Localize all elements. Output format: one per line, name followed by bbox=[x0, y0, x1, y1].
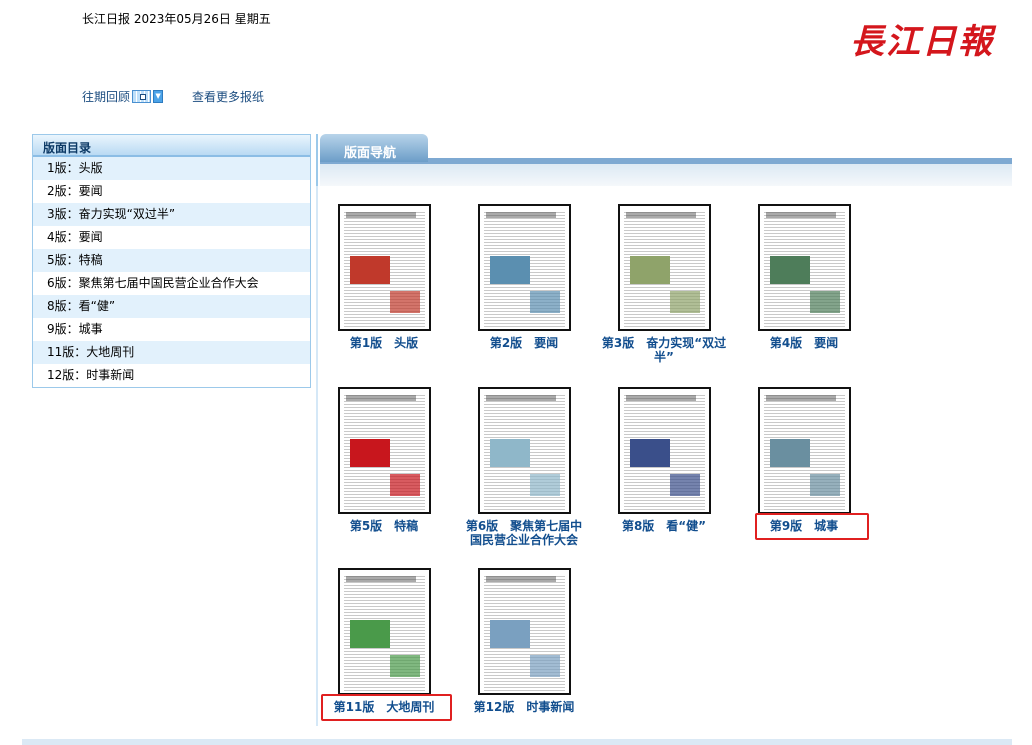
page-thumbnail[interactable] bbox=[337, 387, 431, 514]
archive-label[interactable]: 往期回顾 bbox=[82, 88, 130, 105]
newspaper-logo: 長江日報 bbox=[850, 22, 994, 62]
page-thumbnail[interactable] bbox=[477, 387, 571, 514]
toc-item[interactable]: 8版：看“健” bbox=[33, 295, 310, 318]
page-thumbnail-item[interactable]: 第9版 城事 bbox=[734, 387, 874, 533]
page-label[interactable]: 第6版 聚焦第七届中国民营企业合作大会 bbox=[454, 519, 594, 547]
toc-item[interactable]: 3版：奋力实现“双过半” bbox=[33, 203, 310, 226]
footer-bar bbox=[22, 739, 1012, 745]
page-label[interactable]: 第3版 奋力实现“双过半” bbox=[594, 336, 734, 364]
more-newspapers-link[interactable]: 查看更多报纸 bbox=[192, 88, 264, 105]
directory-title: 版面目录 bbox=[33, 135, 310, 157]
page-thumbnail-item[interactable]: 第2版 要闻 bbox=[454, 204, 594, 350]
page-thumbnail-item[interactable]: 第6版 聚焦第七届中国民营企业合作大会 bbox=[454, 387, 594, 547]
page-label[interactable]: 第4版 要闻 bbox=[734, 336, 874, 350]
page-thumbnail-item[interactable]: 第4版 要闻 bbox=[734, 204, 874, 350]
toc-item[interactable]: 11版：大地周刊 bbox=[33, 341, 310, 364]
page-thumbnail[interactable] bbox=[337, 204, 431, 331]
page-navigation-header: 版面导航 bbox=[316, 134, 1012, 186]
tab-page-navigation[interactable]: 版面导航 bbox=[320, 134, 428, 162]
toc-item[interactable]: 6版：聚焦第七届中国民营企业合作大会 bbox=[33, 272, 310, 295]
page-thumbnail[interactable] bbox=[617, 204, 711, 331]
chevron-down-icon[interactable]: ▼ bbox=[153, 90, 164, 103]
page-thumbnail[interactable] bbox=[477, 204, 571, 331]
highlight-box bbox=[321, 694, 452, 721]
toc-item[interactable]: 12版：时事新闻 bbox=[33, 364, 310, 387]
highlight-box bbox=[755, 513, 869, 540]
toc-item[interactable]: 1版：头版 bbox=[33, 157, 310, 180]
page-thumbnail[interactable] bbox=[617, 387, 711, 514]
page-label[interactable]: 第2版 要闻 bbox=[454, 336, 594, 350]
page-thumbnail-item[interactable]: 第3版 奋力实现“双过半” bbox=[594, 204, 734, 364]
page-thumbnail-item[interactable]: 第1版 头版 bbox=[314, 204, 454, 350]
toc-item[interactable]: 4版：要闻 bbox=[33, 226, 310, 249]
page-thumbnail-item[interactable]: 第5版 特稿 bbox=[314, 387, 454, 533]
page-label[interactable]: 第1版 头版 bbox=[314, 336, 454, 350]
dateline: 长江日报 2023年05月26日 星期五 bbox=[82, 12, 271, 26]
page-thumbnail[interactable] bbox=[757, 204, 851, 331]
page-label[interactable]: 第8版 看“健” bbox=[594, 519, 734, 533]
page-thumbnail[interactable] bbox=[477, 568, 571, 695]
calendar-icon[interactable] bbox=[132, 90, 152, 103]
archive-link[interactable]: 往期回顾 ▼ bbox=[82, 88, 164, 105]
page-label[interactable]: 第5版 特稿 bbox=[314, 519, 454, 533]
page-thumbnail[interactable] bbox=[757, 387, 851, 514]
page-thumbnail-item[interactable]: 第8版 看“健” bbox=[594, 387, 734, 533]
page-directory: 版面目录 1版：头版 2版：要闻 3版：奋力实现“双过半” 4版：要闻 5版：特稿 6版：… bbox=[32, 134, 311, 388]
toc-item[interactable]: 5版：特稿 bbox=[33, 249, 310, 272]
page-thumbnail[interactable] bbox=[337, 568, 431, 695]
page-thumbnail-item[interactable]: 第12版 时事新闻 bbox=[454, 568, 594, 714]
toc-item[interactable]: 9版：城事 bbox=[33, 318, 310, 341]
page-thumbnail-item[interactable]: 第11版 大地周刊 bbox=[314, 568, 454, 714]
toc-item[interactable]: 2版：要闻 bbox=[33, 180, 310, 203]
page-label[interactable]: 第12版 时事新闻 bbox=[454, 700, 594, 714]
